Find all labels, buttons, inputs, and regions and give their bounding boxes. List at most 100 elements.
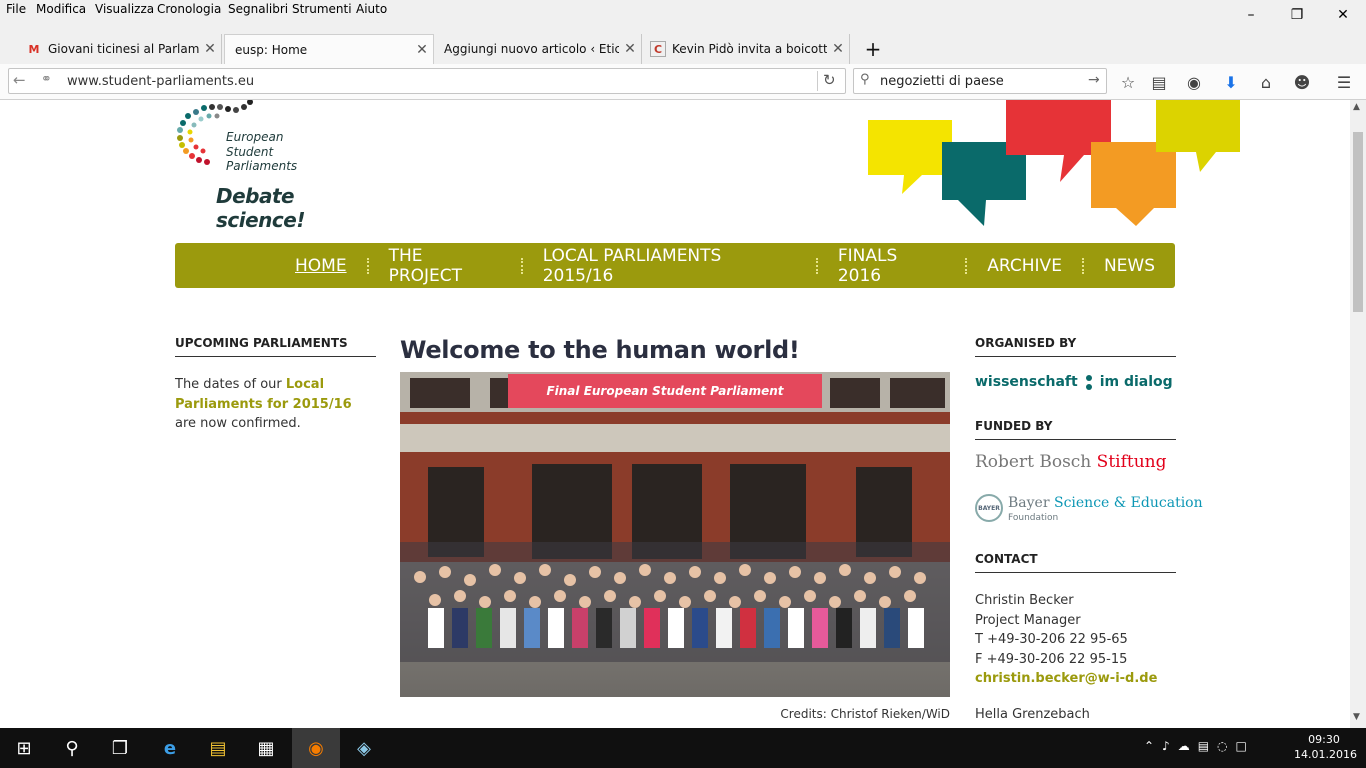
bosch-name: Robert Bosch — [975, 452, 1097, 472]
nav-home[interactable]: HOME — [275, 256, 367, 276]
page-title: Welcome to the human world! — [400, 336, 800, 364]
store-icon[interactable]: ▦ — [242, 728, 290, 768]
clock-time: 09:30 — [1308, 733, 1340, 746]
left-column: UPCOMING PARLIAMENTS The dates of our Lo… — [175, 336, 376, 434]
wid-right: im dialog — [1099, 374, 1173, 390]
photo-credits: Credits: Christof Rieken/WiD — [780, 707, 950, 721]
nav-the-project[interactable]: THE PROJECT — [369, 246, 521, 286]
close-tab-icon[interactable]: ✕ — [411, 42, 433, 58]
bookmark-star-icon[interactable]: ☆ — [1116, 70, 1140, 94]
upcoming-parliaments-text: The dates of our Local Parliaments for 2… — [175, 375, 376, 434]
page-scrollbar[interactable]: ▲ ▼ — [1350, 100, 1366, 728]
close-tab-icon[interactable]: ✕ — [827, 41, 849, 57]
tab-label: Giovani ticinesi al Parlame... — [48, 42, 199, 56]
hamburger-menu-icon[interactable]: ☰ — [1332, 70, 1356, 94]
app-icon[interactable]: ◈ — [340, 728, 388, 768]
pocket-icon[interactable]: ◉ — [1182, 70, 1206, 94]
new-tab-button[interactable]: + — [858, 34, 888, 64]
bayer-cross-icon: BAYER — [975, 494, 1003, 522]
search-icon: ⚲ — [860, 72, 870, 87]
firefox-icon[interactable]: ◉ — [292, 728, 340, 768]
clock-date: 14.01.2016 — [1294, 748, 1357, 761]
url-bar[interactable]: ← ⚭ www.student-parliaments.eu ↻ — [8, 68, 846, 94]
text-after: are now confirmed. — [175, 416, 301, 431]
bosch-stiftung: Stiftung — [1096, 452, 1167, 472]
scroll-down-icon[interactable]: ▼ — [1353, 712, 1360, 722]
file-explorer-icon[interactable]: ▤ — [194, 728, 242, 768]
tagline: Debate science! — [216, 184, 305, 232]
contact-email-link[interactable]: christin.becker@w-i-d.de — [975, 669, 1176, 689]
url-divider — [817, 71, 818, 91]
system-tray-icons[interactable]: ⌃♪☁▤◌□ — [1144, 739, 1255, 753]
main-navigation: HOME THE PROJECT LOCAL PARLIAMENTS 2015/… — [175, 243, 1175, 288]
web-page: European Student Parliaments Debate scie… — [0, 100, 1350, 728]
menu-modifica[interactable]: Modifica — [36, 2, 86, 16]
windows-taskbar: ⊞ ⚲ ❐ e ▤ ▦ ◉ ◈ ⌃♪☁▤◌□ 09:30 14.01.2016 — [0, 728, 1366, 768]
menu-bar: File Modifica Visualizza Cronologia Segn… — [0, 0, 1366, 23]
text-before: The dates of our — [175, 377, 286, 392]
bayer-science: Science & Education — [1053, 495, 1203, 511]
nav-archive[interactable]: ARCHIVE — [967, 256, 1082, 276]
site-icon: C — [650, 41, 666, 57]
reload-icon[interactable]: ↻ — [823, 71, 836, 89]
search-bar[interactable]: ⚲ negozietti di paese → — [853, 68, 1107, 94]
url-text[interactable]: www.student-parliaments.eu — [67, 74, 254, 89]
organised-by-heading: ORGANISED BY — [975, 336, 1176, 357]
funded-by-heading: FUNDED BY — [975, 419, 1176, 440]
contact-phone: T +49-30-206 22 95-65 — [975, 632, 1128, 647]
menu-aiuto[interactable]: Aiuto — [356, 2, 387, 16]
main-column: Welcome to the human world! Final Europe… — [400, 336, 950, 721]
contact-fax: F +49-30-206 22 95-15 — [975, 651, 1128, 667]
tab-eusp[interactable]: eusp: Home ✕ — [224, 34, 434, 65]
tab-gmail[interactable]: M Giovani ticinesi al Parlame... ✕ — [20, 34, 222, 64]
hero-photo: Final European Student Parliament — [400, 372, 950, 697]
start-icon[interactable]: ⊞ — [0, 728, 48, 768]
bayer-name: Bayer — [1008, 495, 1054, 511]
menu-file[interactable]: File — [6, 2, 26, 16]
clock[interactable]: 09:30 14.01.2016 — [1294, 732, 1357, 762]
logo-line-3: Parliaments — [226, 159, 298, 173]
close-tab-icon[interactable]: ✕ — [619, 41, 641, 57]
navigation-bar: ← ⚭ www.student-parliaments.eu ↻ ⚲ negoz… — [0, 64, 1366, 100]
nav-news[interactable]: NEWS — [1084, 256, 1175, 276]
contact-name: Christin Becker — [975, 593, 1074, 608]
bosch-logo[interactable]: Robert Bosch Stiftung — [975, 452, 1176, 472]
tab-label: eusp: Home — [235, 43, 308, 57]
home-icon[interactable]: ⌂ — [1254, 70, 1278, 94]
task-view-icon[interactable]: ❐ — [96, 728, 144, 768]
menu-segnalibri[interactable]: Segnalibri — [228, 2, 288, 16]
tab-kevin[interactable]: C Kevin Pidò invita a boicott... ✕ — [644, 34, 850, 64]
menu-visualizza[interactable]: Visualizza — [95, 2, 154, 16]
menu-cronologia[interactable]: Cronologia — [157, 2, 221, 16]
upcoming-parliaments-heading: UPCOMING PARLIAMENTS — [175, 336, 376, 357]
speech-bubbles-graphic — [868, 100, 1240, 226]
contact-role: Project Manager — [975, 612, 1081, 628]
emoji-icon[interactable]: ☻ — [1290, 70, 1314, 94]
wid-left: wissenschaft — [975, 374, 1078, 390]
tab-label: Aggiungi nuovo articolo ‹ Etici... — [444, 42, 619, 56]
tab-aggiungi[interactable]: Aggiungi nuovo articolo ‹ Etici... ✕ — [436, 34, 642, 64]
contact-block: Christin Becker Project Manager T +49-30… — [975, 591, 1176, 724]
nav-local-parliaments[interactable]: LOCAL PARLIAMENTS 2015/16 — [523, 246, 816, 286]
tab-label: Kevin Pidò invita a boicott... — [672, 42, 827, 56]
close-tab-icon[interactable]: ✕ — [199, 41, 221, 57]
search-go-icon[interactable]: → — [1088, 72, 1100, 88]
reading-list-icon[interactable]: ▤ — [1147, 70, 1171, 94]
search-input[interactable]: negozietti di paese — [880, 74, 1004, 89]
logo-line-2: Student — [226, 144, 274, 159]
search-icon[interactable]: ⚲ — [48, 728, 96, 768]
scrollbar-thumb[interactable] — [1353, 132, 1363, 312]
nav-finals-2016[interactable]: FINALS 2016 — [818, 246, 965, 286]
scroll-up-icon[interactable]: ▲ — [1353, 102, 1360, 112]
site-logo[interactable]: European Student Parliaments Debate scie… — [176, 100, 376, 232]
bayer-logo[interactable]: BAYER Bayer Science & Education Foundati… — [975, 494, 1203, 528]
logo-line-1: European — [226, 130, 284, 144]
bayer-foundation: Foundation — [1008, 513, 1059, 523]
download-icon[interactable]: ⬇ — [1219, 70, 1243, 94]
gmail-icon: M — [28, 42, 40, 56]
wid-logo[interactable]: wissenschaft im dialog — [975, 369, 1176, 395]
back-arrow-icon[interactable]: ← — [13, 71, 26, 89]
globe-icon: ⚭ — [41, 72, 52, 87]
edge-icon[interactable]: e — [146, 728, 194, 768]
menu-strumenti[interactable]: Strumenti — [292, 2, 352, 16]
